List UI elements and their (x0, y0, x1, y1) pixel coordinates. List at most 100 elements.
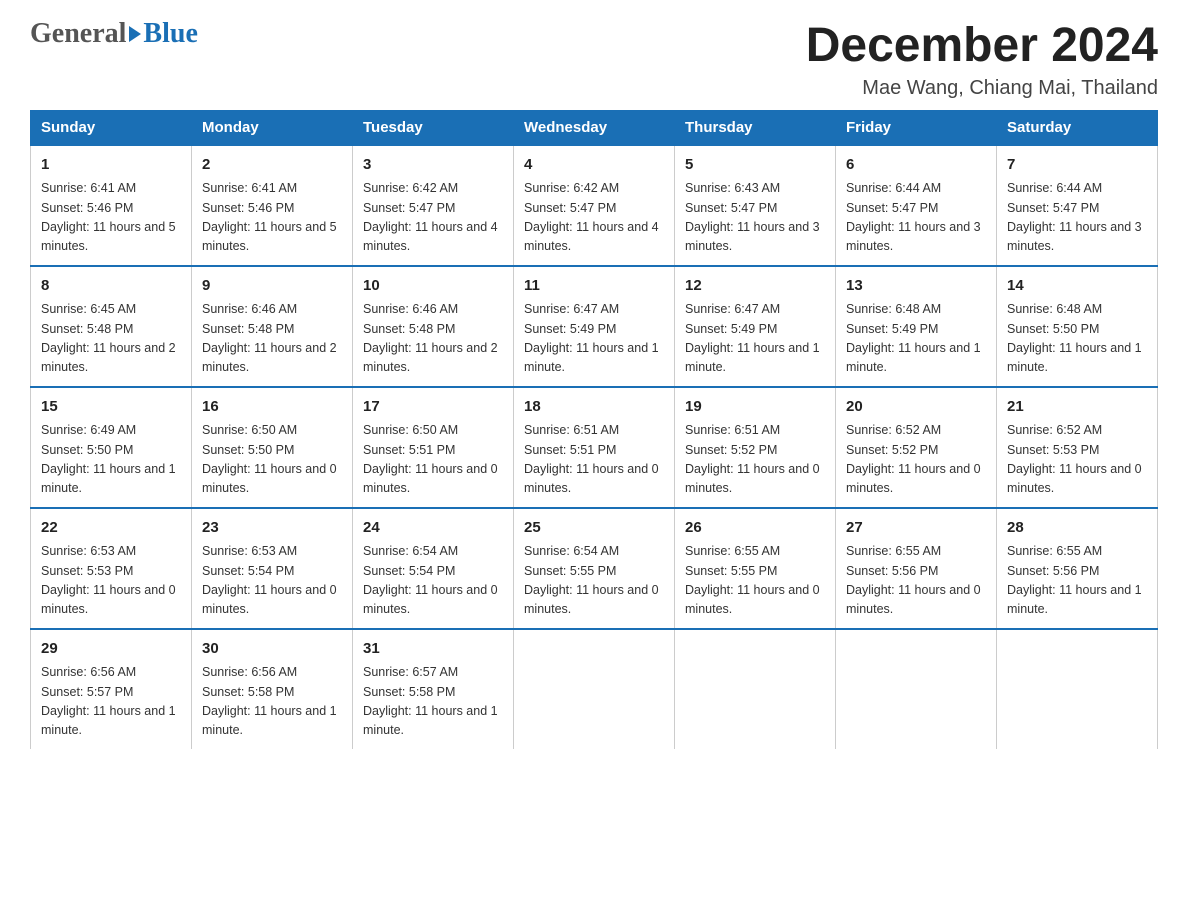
day-number: 7 (1007, 154, 1147, 177)
day-number: 11 (524, 275, 664, 298)
day-number: 9 (202, 275, 342, 298)
calendar-cell: 11Sunrise: 6:47 AMSunset: 5:49 PMDayligh… (514, 266, 675, 387)
calendar-cell (514, 629, 675, 749)
day-number: 1 (41, 154, 181, 177)
calendar-cell: 30Sunrise: 6:56 AMSunset: 5:58 PMDayligh… (192, 629, 353, 749)
day-number: 4 (524, 154, 664, 177)
day-info: Sunrise: 6:53 AMSunset: 5:54 PMDaylight:… (202, 542, 342, 620)
header-row: Sunday Monday Tuesday Wednesday Thursday… (31, 110, 1158, 145)
day-number: 14 (1007, 275, 1147, 298)
day-number: 28 (1007, 517, 1147, 540)
day-info: Sunrise: 6:51 AMSunset: 5:52 PMDaylight:… (685, 421, 825, 499)
day-number: 23 (202, 517, 342, 540)
col-sunday: Sunday (31, 110, 192, 145)
calendar-cell: 23Sunrise: 6:53 AMSunset: 5:54 PMDayligh… (192, 508, 353, 629)
title-block: December 2024 Mae Wang, Chiang Mai, Thai… (806, 20, 1158, 100)
calendar-week-row: 1Sunrise: 6:41 AMSunset: 5:46 PMDaylight… (31, 145, 1158, 266)
calendar-cell: 29Sunrise: 6:56 AMSunset: 5:57 PMDayligh… (31, 629, 192, 749)
calendar-cell (836, 629, 997, 749)
day-number: 15 (41, 396, 181, 419)
calendar-cell: 26Sunrise: 6:55 AMSunset: 5:55 PMDayligh… (675, 508, 836, 629)
day-info: Sunrise: 6:48 AMSunset: 5:49 PMDaylight:… (846, 300, 986, 378)
day-number: 2 (202, 154, 342, 177)
day-number: 16 (202, 396, 342, 419)
calendar-cell: 13Sunrise: 6:48 AMSunset: 5:49 PMDayligh… (836, 266, 997, 387)
calendar-cell: 6Sunrise: 6:44 AMSunset: 5:47 PMDaylight… (836, 145, 997, 266)
day-info: Sunrise: 6:48 AMSunset: 5:50 PMDaylight:… (1007, 300, 1147, 378)
calendar-cell: 22Sunrise: 6:53 AMSunset: 5:53 PMDayligh… (31, 508, 192, 629)
day-number: 8 (41, 275, 181, 298)
day-info: Sunrise: 6:41 AMSunset: 5:46 PMDaylight:… (41, 179, 181, 257)
calendar-cell (675, 629, 836, 749)
calendar-cell: 15Sunrise: 6:49 AMSunset: 5:50 PMDayligh… (31, 387, 192, 508)
calendar-cell: 27Sunrise: 6:55 AMSunset: 5:56 PMDayligh… (836, 508, 997, 629)
day-number: 24 (363, 517, 503, 540)
calendar-cell: 21Sunrise: 6:52 AMSunset: 5:53 PMDayligh… (997, 387, 1158, 508)
main-title: December 2024 (806, 20, 1158, 73)
calendar-cell: 19Sunrise: 6:51 AMSunset: 5:52 PMDayligh… (675, 387, 836, 508)
calendar-week-row: 15Sunrise: 6:49 AMSunset: 5:50 PMDayligh… (31, 387, 1158, 508)
calendar-week-row: 8Sunrise: 6:45 AMSunset: 5:48 PMDaylight… (31, 266, 1158, 387)
day-number: 19 (685, 396, 825, 419)
day-info: Sunrise: 6:52 AMSunset: 5:52 PMDaylight:… (846, 421, 986, 499)
day-number: 30 (202, 638, 342, 661)
day-info: Sunrise: 6:46 AMSunset: 5:48 PMDaylight:… (363, 300, 503, 378)
calendar-cell: 9Sunrise: 6:46 AMSunset: 5:48 PMDaylight… (192, 266, 353, 387)
day-info: Sunrise: 6:44 AMSunset: 5:47 PMDaylight:… (846, 179, 986, 257)
calendar-cell: 12Sunrise: 6:47 AMSunset: 5:49 PMDayligh… (675, 266, 836, 387)
calendar-cell: 2Sunrise: 6:41 AMSunset: 5:46 PMDaylight… (192, 145, 353, 266)
logo-general-text: General (30, 20, 141, 48)
calendar-cell: 4Sunrise: 6:42 AMSunset: 5:47 PMDaylight… (514, 145, 675, 266)
logo: General Blue (30, 20, 198, 48)
day-number: 3 (363, 154, 503, 177)
day-info: Sunrise: 6:44 AMSunset: 5:47 PMDaylight:… (1007, 179, 1147, 257)
day-info: Sunrise: 6:50 AMSunset: 5:50 PMDaylight:… (202, 421, 342, 499)
day-info: Sunrise: 6:46 AMSunset: 5:48 PMDaylight:… (202, 300, 342, 378)
col-saturday: Saturday (997, 110, 1158, 145)
calendar-body: 1Sunrise: 6:41 AMSunset: 5:46 PMDaylight… (31, 145, 1158, 749)
day-info: Sunrise: 6:55 AMSunset: 5:56 PMDaylight:… (1007, 542, 1147, 620)
day-info: Sunrise: 6:54 AMSunset: 5:54 PMDaylight:… (363, 542, 503, 620)
col-monday: Monday (192, 110, 353, 145)
subtitle: Mae Wang, Chiang Mai, Thailand (806, 77, 1158, 100)
day-number: 12 (685, 275, 825, 298)
calendar-cell: 16Sunrise: 6:50 AMSunset: 5:50 PMDayligh… (192, 387, 353, 508)
calendar-cell: 28Sunrise: 6:55 AMSunset: 5:56 PMDayligh… (997, 508, 1158, 629)
calendar-cell: 25Sunrise: 6:54 AMSunset: 5:55 PMDayligh… (514, 508, 675, 629)
day-info: Sunrise: 6:47 AMSunset: 5:49 PMDaylight:… (524, 300, 664, 378)
day-info: Sunrise: 6:56 AMSunset: 5:58 PMDaylight:… (202, 663, 342, 741)
day-number: 29 (41, 638, 181, 661)
day-number: 26 (685, 517, 825, 540)
calendar-cell (997, 629, 1158, 749)
day-number: 5 (685, 154, 825, 177)
day-info: Sunrise: 6:56 AMSunset: 5:57 PMDaylight:… (41, 663, 181, 741)
calendar-header: Sunday Monday Tuesday Wednesday Thursday… (31, 110, 1158, 145)
calendar-cell: 1Sunrise: 6:41 AMSunset: 5:46 PMDaylight… (31, 145, 192, 266)
calendar-cell: 8Sunrise: 6:45 AMSunset: 5:48 PMDaylight… (31, 266, 192, 387)
logo-blue-text: Blue (143, 20, 197, 48)
col-thursday: Thursday (675, 110, 836, 145)
day-number: 21 (1007, 396, 1147, 419)
calendar-cell: 14Sunrise: 6:48 AMSunset: 5:50 PMDayligh… (997, 266, 1158, 387)
col-wednesday: Wednesday (514, 110, 675, 145)
day-number: 20 (846, 396, 986, 419)
day-info: Sunrise: 6:53 AMSunset: 5:53 PMDaylight:… (41, 542, 181, 620)
day-info: Sunrise: 6:47 AMSunset: 5:49 PMDaylight:… (685, 300, 825, 378)
page-header: General Blue December 2024 Mae Wang, Chi… (30, 20, 1158, 100)
day-info: Sunrise: 6:57 AMSunset: 5:58 PMDaylight:… (363, 663, 503, 741)
day-info: Sunrise: 6:49 AMSunset: 5:50 PMDaylight:… (41, 421, 181, 499)
calendar-table: Sunday Monday Tuesday Wednesday Thursday… (30, 110, 1158, 749)
day-number: 17 (363, 396, 503, 419)
calendar-cell: 10Sunrise: 6:46 AMSunset: 5:48 PMDayligh… (353, 266, 514, 387)
calendar-cell: 5Sunrise: 6:43 AMSunset: 5:47 PMDaylight… (675, 145, 836, 266)
day-number: 10 (363, 275, 503, 298)
day-number: 6 (846, 154, 986, 177)
calendar-cell: 7Sunrise: 6:44 AMSunset: 5:47 PMDaylight… (997, 145, 1158, 266)
col-friday: Friday (836, 110, 997, 145)
day-info: Sunrise: 6:55 AMSunset: 5:55 PMDaylight:… (685, 542, 825, 620)
day-info: Sunrise: 6:42 AMSunset: 5:47 PMDaylight:… (363, 179, 503, 257)
calendar-cell: 24Sunrise: 6:54 AMSunset: 5:54 PMDayligh… (353, 508, 514, 629)
day-info: Sunrise: 6:50 AMSunset: 5:51 PMDaylight:… (363, 421, 503, 499)
day-info: Sunrise: 6:54 AMSunset: 5:55 PMDaylight:… (524, 542, 664, 620)
day-number: 22 (41, 517, 181, 540)
